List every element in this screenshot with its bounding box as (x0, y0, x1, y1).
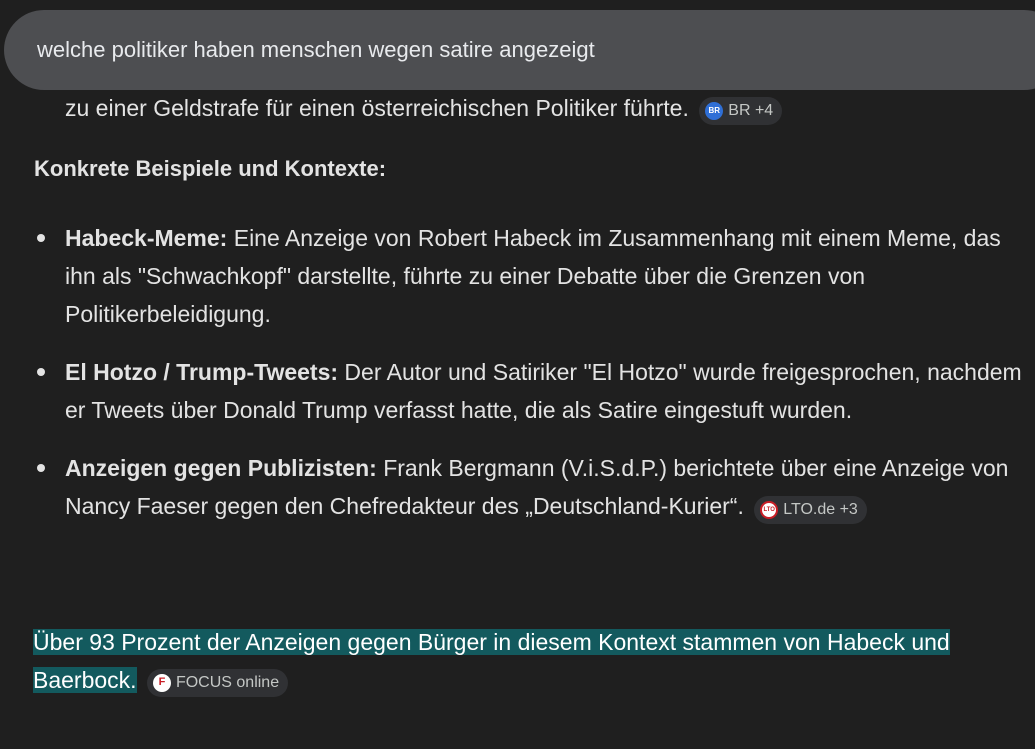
list-item: El Hotzo / Trump-Tweets: Der Autor und S… (34, 353, 1034, 429)
list-item: Anzeigen gegen Publizisten: Frank Bergma… (34, 449, 1034, 525)
bullet-icon (37, 368, 45, 376)
bullet-icon (37, 464, 45, 472)
list-item-title: El Hotzo / Trump-Tweets: (65, 359, 339, 385)
focus-logo-icon: F (152, 673, 171, 692)
source-chip-br[interactable]: BR BR +4 (699, 97, 783, 125)
partial-text-line: zu einer Geldstrafe für einen österreich… (65, 88, 783, 128)
ai-overview-panel: zu einer Geldstrafe für einen österreich… (0, 0, 1035, 749)
bullet-icon (37, 234, 45, 242)
source-chip-focus[interactable]: F FOCUS online (146, 668, 289, 697)
search-query-text[interactable]: welche politiker haben menschen wegen sa… (37, 37, 595, 63)
list-item: Habeck-Meme: Eine Anzeige von Robert Hab… (34, 219, 1034, 333)
source-chip-label: LTO.de +3 (783, 501, 858, 518)
search-bar[interactable]: welche politiker haben menschen wegen sa… (4, 10, 1035, 90)
source-chip-lto[interactable]: LTO LTO.de +3 (754, 496, 867, 524)
partial-line-text: zu einer Geldstrafe für einen österreich… (65, 95, 689, 121)
source-chip-label: FOCUS online (175, 673, 280, 691)
source-chip-label: BR +4 (728, 102, 774, 119)
section-heading: Konkrete Beispiele und Kontexte: (34, 156, 387, 181)
list-item-title: Habeck-Meme: (65, 225, 228, 251)
highlighted-paragraph: Über 93 Prozent der Anzeigen gegen Bürge… (33, 623, 1023, 699)
examples-list: Habeck-Meme: Eine Anzeige von Robert Hab… (34, 219, 1034, 545)
list-item-title: Anzeigen gegen Publizisten: (65, 455, 377, 481)
lto-logo-icon: LTO (760, 501, 779, 519)
br-logo-icon: BR (705, 102, 724, 120)
